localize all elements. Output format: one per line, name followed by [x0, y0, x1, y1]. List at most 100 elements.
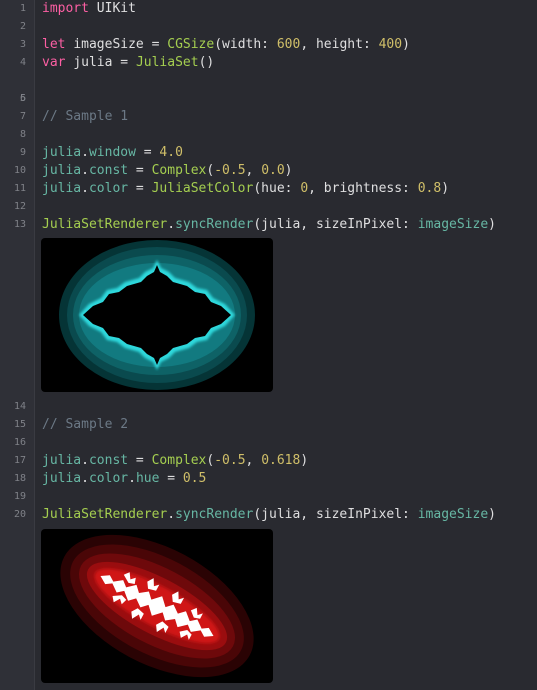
punctuation: .	[128, 471, 136, 486]
type-name: JuliaSet	[135, 55, 199, 70]
identifier: imageSize	[73, 37, 144, 52]
keyword: let	[42, 37, 66, 52]
operator: =	[128, 163, 152, 178]
punctuation: )	[300, 453, 309, 468]
type-name: Complex	[151, 453, 207, 468]
method-name: syncRender	[175, 507, 254, 522]
variable: julia	[42, 145, 82, 160]
variable: julia	[42, 181, 82, 196]
number-literal: 4.0	[159, 145, 183, 160]
code-line[interactable]: 16	[0, 434, 537, 452]
number-literal: 400	[378, 37, 403, 52]
number-literal: 0	[300, 181, 309, 196]
punctuation: )	[488, 217, 496, 232]
line-number: 4	[19, 57, 26, 68]
code-line[interactable]: 15 // Sample 2	[0, 416, 537, 434]
line-number: 6	[19, 93, 26, 104]
argument-label: (width:	[214, 37, 277, 52]
type-name: CGSize	[167, 37, 215, 52]
comment: // Sample 2	[42, 417, 129, 432]
line-number: 1	[19, 3, 26, 14]
line-number: 18	[13, 473, 26, 484]
punctuation: .	[81, 181, 89, 196]
line-number: 20	[13, 509, 26, 520]
property: window	[88, 145, 136, 160]
punctuation: ()	[198, 55, 215, 70]
punctuation: )	[441, 181, 450, 196]
code-line[interactable]: 4 var julia = JuliaSet()	[0, 54, 537, 72]
punctuation: .	[81, 163, 89, 178]
playground-editor: 1 import UIKit 2 3 let imageSize = CGSiz…	[0, 0, 537, 690]
code-line[interactable]: 10 julia.const = Complex(-0.5, 0.0)	[0, 162, 537, 180]
operator: =	[112, 55, 136, 70]
property: const	[88, 453, 129, 468]
line-number: 9	[19, 147, 26, 158]
line-number: 13	[13, 219, 26, 230]
argument-label: (julia, sizeInPixel:	[253, 507, 418, 522]
argument-label: (julia, sizeInPixel:	[253, 217, 418, 232]
module-name: UIKit	[96, 1, 136, 16]
code-line[interactable]: 3 let imageSize = CGSize(width: 600, hei…	[0, 36, 537, 54]
type-name: JuliaSetRenderer	[42, 217, 168, 232]
line-number: 17	[13, 455, 26, 466]
code-line[interactable]: 9 julia.window = 4.0	[0, 144, 537, 162]
code-line[interactable]: 2	[0, 18, 537, 36]
type-name: JuliaSetRenderer	[42, 507, 168, 522]
operator: =	[128, 181, 152, 196]
line-number: 10	[13, 165, 26, 176]
code-line[interactable]: 18 julia.color.hue = 0.5	[0, 470, 537, 488]
property: hue	[135, 471, 160, 486]
operator: =	[143, 37, 168, 52]
variable: julia	[42, 453, 82, 468]
code-line[interactable]: 17 julia.const = Complex(-0.5, 0.618)	[0, 452, 537, 470]
code-line[interactable]: 19	[0, 488, 537, 506]
punctuation: ,	[245, 453, 262, 468]
julia-preview-1[interactable]	[41, 238, 273, 392]
punctuation: )	[284, 163, 293, 178]
variable: julia	[42, 471, 82, 486]
line-number: 14	[13, 401, 26, 412]
comment: // Sample 1	[42, 109, 129, 124]
code-line[interactable]: 6	[0, 90, 537, 108]
code-line[interactable]: 1 import UIKit	[0, 0, 537, 18]
number-literal: 0.8	[417, 181, 442, 196]
punctuation: )	[402, 37, 410, 52]
variable: julia	[42, 163, 82, 178]
property: const	[88, 163, 129, 178]
line-number: 2	[19, 21, 26, 32]
code-line[interactable]: 7 // Sample 1	[0, 108, 537, 126]
punctuation: ,	[245, 163, 262, 178]
julia-preview-2[interactable]	[41, 529, 273, 683]
julia-set-image-cyan	[59, 240, 255, 390]
code-line[interactable]: 14	[0, 398, 537, 416]
identifier: imageSize	[417, 507, 489, 522]
keyword: import	[42, 1, 89, 16]
operator: =	[135, 145, 160, 160]
julia-set-image-red	[60, 534, 254, 678]
method-name: syncRender	[175, 217, 254, 232]
line-number: 11	[13, 183, 26, 194]
number-literal: 600	[276, 37, 301, 52]
line-number: 3	[19, 39, 26, 50]
code-line[interactable]: 20 JuliaSetRenderer.syncRender(julia, si…	[0, 506, 537, 524]
line-number: 19	[13, 491, 26, 502]
line-number: 7	[19, 111, 26, 122]
punctuation: )	[488, 507, 496, 522]
argument-label: , brightness:	[308, 181, 418, 196]
identifier: imageSize	[417, 217, 489, 232]
code-line[interactable]: 13 JuliaSetRenderer.syncRender(julia, si…	[0, 216, 537, 234]
punctuation: .	[81, 471, 89, 486]
line-number: 12	[13, 201, 26, 212]
property: color	[88, 471, 129, 486]
code-line[interactable]: 8	[0, 126, 537, 144]
code-line[interactable]: 11 julia.color = JuliaSetColor(hue: 0, b…	[0, 180, 537, 198]
code-line[interactable]: 12	[0, 198, 537, 216]
punctuation: .	[167, 507, 176, 522]
operator: =	[159, 471, 183, 486]
number-literal: -0.5	[214, 453, 246, 468]
line-number: 15	[13, 419, 26, 430]
line-number: 8	[19, 129, 26, 140]
number-literal: 0.5	[182, 471, 207, 486]
argument-label: (hue:	[253, 181, 301, 196]
line-number: 16	[13, 437, 26, 448]
